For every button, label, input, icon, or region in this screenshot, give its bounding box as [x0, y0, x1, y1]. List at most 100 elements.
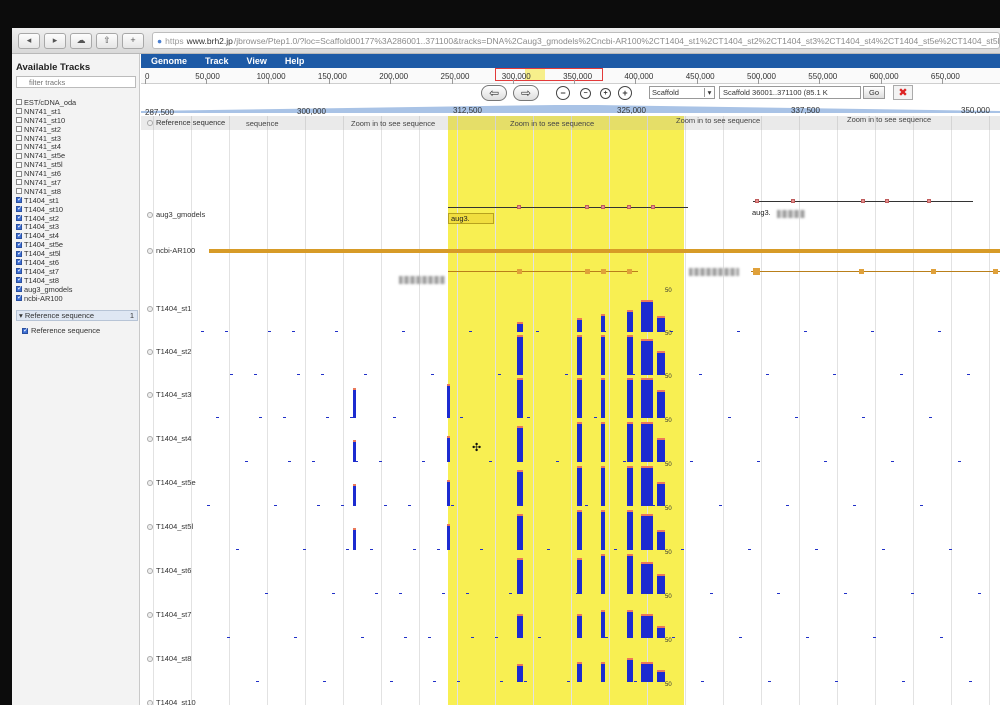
checkbox[interactable] [16, 108, 22, 115]
checkbox[interactable] [22, 326, 29, 334]
checkbox[interactable] [16, 117, 22, 124]
checkbox[interactable] [16, 240, 23, 248]
ncbi-exon[interactable] [585, 269, 590, 274]
track-checkbox-item[interactable]: T1404_st8 [16, 275, 136, 285]
track-checkbox-item[interactable]: NN741_st3 [16, 134, 136, 143]
checkbox[interactable] [16, 249, 23, 257]
coverage-track[interactable]: 50 [141, 462, 1000, 506]
checkbox[interactable] [16, 99, 22, 106]
exon[interactable] [755, 199, 759, 203]
track-menu-icon[interactable] [147, 247, 153, 254]
reference-sequence-select[interactable]: Scaffold ▾ [649, 86, 715, 99]
coverage-track[interactable]: 50 [141, 638, 1000, 682]
ncbi-transcript[interactable] [751, 271, 1000, 272]
coverage-track[interactable]: 50 [141, 682, 1000, 705]
ncbi-exon[interactable] [753, 268, 760, 275]
track-checkbox-item[interactable]: NN741_st4 [16, 142, 136, 151]
reference-track-label[interactable]: Reference sequence [147, 118, 225, 127]
track-checkbox-item[interactable]: T1404_st6 [16, 257, 136, 267]
coverage-track[interactable]: 50 [141, 288, 1000, 332]
checkbox[interactable] [16, 170, 22, 177]
checkbox[interactable] [16, 188, 22, 195]
track-checkbox-item[interactable]: aug3_gmodels [16, 284, 136, 294]
gene-label[interactable]: aug3. [752, 208, 771, 217]
share-button[interactable]: ⇧ [96, 32, 118, 49]
exon[interactable] [927, 199, 931, 203]
ncbi-exon[interactable] [601, 269, 606, 274]
track-checkbox-item[interactable]: T1404_st7 [16, 266, 136, 276]
ncbi-exon[interactable] [931, 269, 936, 274]
track-checkbox-item[interactable]: T1404_st3 [16, 222, 136, 231]
address-bar[interactable]: ● https www.brh2.jp /jbrowse/Ptep1.0/?lo… [152, 32, 1000, 49]
track-checkbox-item[interactable]: NN741_st7 [16, 178, 136, 187]
track-menu-icon[interactable] [147, 211, 153, 218]
zoom-in-more-button[interactable]: + [618, 86, 632, 100]
ncbi-track-label[interactable]: ncbi-AR100 [147, 246, 195, 255]
checkbox[interactable] [16, 284, 23, 293]
track-checkbox-item[interactable]: NN741_st5l [16, 160, 136, 169]
zoom-out-more-button[interactable]: − [556, 86, 570, 100]
checkbox[interactable] [16, 204, 23, 213]
menu-genome[interactable]: Genome [141, 56, 195, 66]
track-checkbox-item[interactable]: T1404_st10 [16, 204, 136, 214]
exon[interactable] [885, 199, 889, 203]
track-checkbox-item[interactable]: T1404_st5l [16, 249, 136, 258]
exon[interactable] [791, 199, 795, 203]
location-input[interactable]: Scaffold 36001..371100 (85.1 K [719, 86, 861, 99]
track-checkbox-item[interactable]: NN741_st2 [16, 125, 136, 134]
track-checkbox-item[interactable]: T1404_st2 [16, 213, 136, 223]
checkbox[interactable] [16, 213, 23, 222]
ncbi-exon[interactable] [993, 269, 998, 274]
track-checkbox-item[interactable]: EST/cDNA_oda [16, 98, 136, 107]
track-checkbox-item[interactable]: NN741_st10 [16, 116, 136, 125]
track-checkbox-item[interactable]: T1404_st1 [16, 195, 136, 205]
checkbox[interactable] [16, 257, 23, 266]
coverage-track[interactable]: 50 [141, 594, 1000, 638]
checkbox[interactable] [16, 266, 23, 275]
ncbi-transcript[interactable] [448, 271, 638, 272]
coverage-track[interactable]: 50 [141, 374, 1000, 418]
checkbox[interactable] [16, 195, 23, 204]
checkbox[interactable] [16, 143, 22, 150]
exon[interactable] [861, 199, 865, 203]
checkbox[interactable] [16, 179, 22, 186]
ncbi-exon[interactable] [859, 269, 864, 274]
ncbi-exon[interactable] [517, 269, 522, 274]
gene-label[interactable]: aug3. [448, 213, 494, 224]
menu-help[interactable]: Help [275, 56, 313, 66]
filter-tracks-input[interactable] [16, 76, 136, 88]
track-menu-icon[interactable] [147, 119, 153, 126]
menu-track[interactable]: Track [195, 56, 237, 66]
coverage-track[interactable]: 50 [141, 331, 1000, 375]
back-button[interactable]: ◂ [18, 32, 40, 49]
checkbox[interactable] [16, 152, 22, 159]
close-icon[interactable]: ✖ [893, 85, 913, 100]
track-area[interactable]: Reference sequence sequence Zoom in to s… [141, 116, 1000, 705]
pan-right-button[interactable]: ⇨ [513, 85, 539, 101]
ncbi-exon[interactable] [627, 269, 632, 274]
track-checkbox-item[interactable]: NN741_st5e [16, 151, 136, 160]
detail-ruler[interactable]: 287,500 300,000 312,500 325,000 337,500 350,0… [141, 106, 1000, 117]
new-tab-button[interactable]: + [122, 32, 144, 49]
track-checkbox-item[interactable]: T1404_st4 [16, 231, 136, 240]
track-checkbox-item[interactable]: NN741_st1 [16, 107, 136, 116]
checkbox[interactable] [16, 126, 22, 133]
exon[interactable] [651, 205, 655, 209]
menu-view[interactable]: View [237, 56, 275, 66]
exon[interactable] [601, 205, 605, 209]
zoom-in-button[interactable]: + [600, 88, 611, 99]
zoom-out-button[interactable]: − [580, 88, 591, 99]
reference-sequence-category[interactable]: ▾ Reference sequence 1 [16, 310, 138, 321]
coverage-track[interactable]: 50 [141, 418, 1000, 462]
checkbox[interactable] [16, 275, 23, 284]
ncbi-feature-bar[interactable] [209, 249, 1000, 253]
checkbox[interactable] [16, 161, 22, 168]
checkbox[interactable] [16, 231, 23, 239]
pan-left-button[interactable]: ⇦ [481, 85, 507, 101]
checkbox[interactable] [16, 293, 23, 302]
exon[interactable] [585, 205, 589, 209]
track-checkbox-item[interactable]: ncbi-AR100 [16, 293, 136, 303]
cloud-button[interactable]: ☁ [70, 32, 92, 49]
checkbox[interactable] [16, 222, 23, 230]
go-button[interactable]: Go [863, 86, 885, 99]
